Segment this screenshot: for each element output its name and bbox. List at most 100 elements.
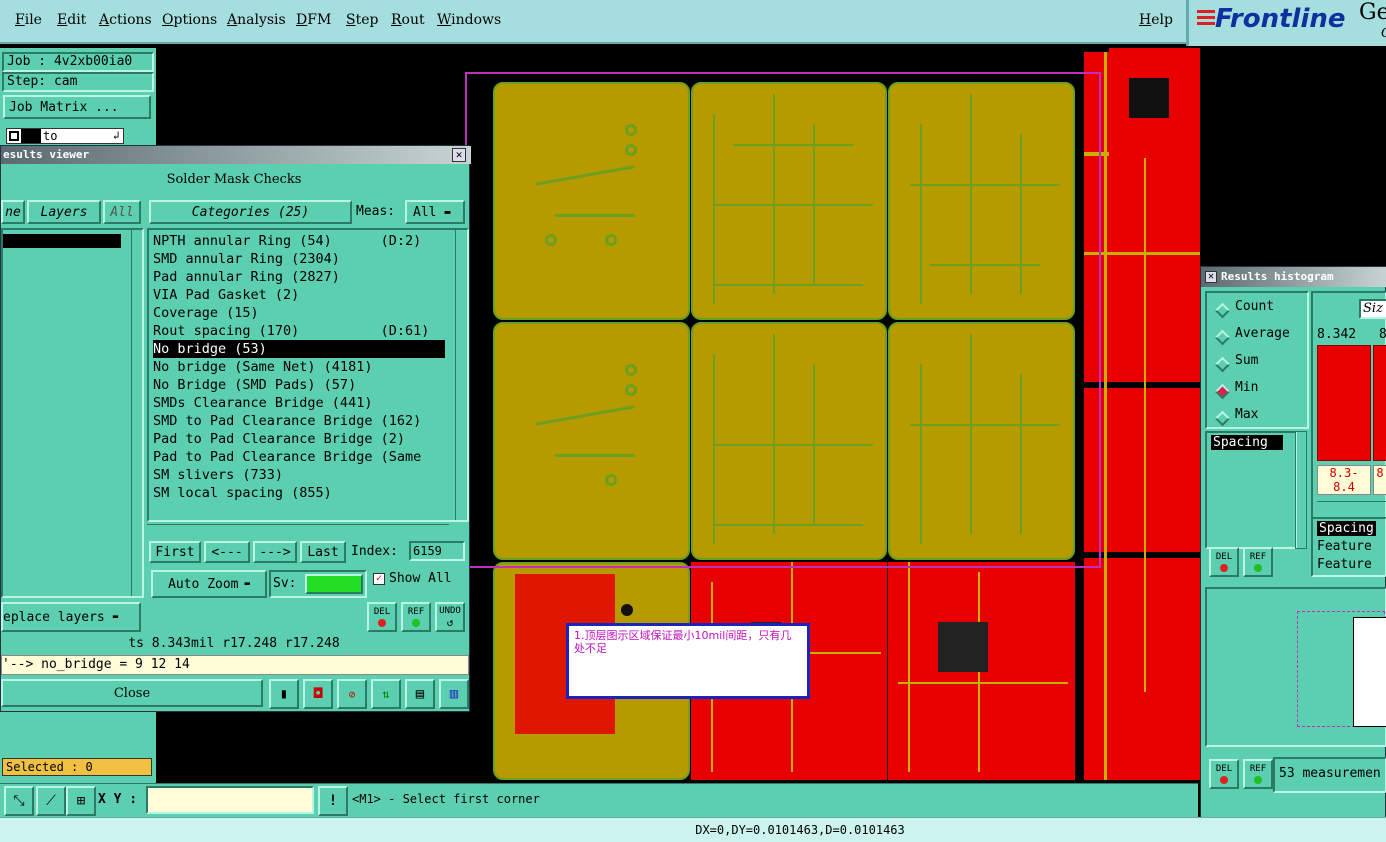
category-row[interactable]: SMD annular Ring (2304) (153, 250, 445, 268)
menu-help[interactable]: Help (1139, 12, 1173, 28)
category-row[interactable]: SM slivers (733) (153, 466, 445, 484)
replace-layers-dropdown[interactable]: eplace layers ▬ (1, 602, 141, 632)
category-row[interactable]: Pad annular Ring (2827) (153, 268, 445, 286)
close-icon[interactable]: ✕ (1205, 271, 1217, 283)
job-matrix-button[interactable]: Job Matrix ... (3, 95, 151, 119)
report-icon[interactable]: ▤ (405, 679, 435, 709)
hist-ref-button-2[interactable]: REF (1243, 759, 1273, 789)
hist-del-button[interactable]: DEL (1209, 547, 1239, 577)
info-icon[interactable]: ▮ (269, 679, 299, 709)
radio-sum[interactable] (1214, 356, 1231, 373)
ref-label: REF (407, 607, 425, 617)
logo-brand: Frontline (1215, 4, 1346, 34)
undo-button[interactable]: UNDO ↺ (435, 602, 465, 632)
histogram-list-item[interactable]: Spacing (1211, 435, 1283, 450)
hist-del-label: DEL (1215, 552, 1233, 562)
histogram-hscrollbar[interactable] (1317, 501, 1386, 513)
feature-row-spacing[interactable]: Spacing (1317, 521, 1376, 536)
category-row[interactable]: No bridge (Same Net) (4181) (153, 358, 445, 376)
meas-dropdown[interactable]: All ▬ (405, 200, 465, 224)
close-icon[interactable]: ✕ (452, 148, 466, 162)
histogram-icon[interactable]: ▥ (439, 679, 469, 709)
menu-rout[interactable]: Rout (391, 12, 425, 28)
measure-line: ts 8.343mil r17.248 r17.248 (128, 636, 340, 651)
size-button[interactable]: Siz (1359, 299, 1386, 319)
category-row[interactable]: NPTH annular Ring (54) (D:2) (153, 232, 445, 250)
measure-icon[interactable]: ⟋ (36, 786, 66, 816)
tab-layers[interactable]: Layers (27, 200, 101, 224)
xy-input[interactable] (146, 786, 314, 814)
histogram-bar-2[interactable] (1373, 345, 1386, 461)
category-row[interactable]: VIA Pad Gasket (2) (153, 286, 445, 304)
radio-average[interactable] (1214, 329, 1231, 346)
ref-off-icon[interactable]: ⊘ (337, 679, 367, 709)
auto-zoom-dropdown[interactable]: Auto Zoom ▬ (151, 570, 267, 598)
categories-list[interactable]: NPTH annular Ring (54) (D:2) SMD annular … (147, 228, 469, 522)
category-row[interactable]: Pad to Pad Clearance Bridge (2) (153, 430, 445, 448)
category-row[interactable]: SMD to Pad Clearance Bridge (162) (153, 412, 445, 430)
menu-actions[interactable]: Actions (99, 12, 152, 28)
layer-field[interactable]: to ↲ (6, 128, 124, 144)
menu-analysis[interactable]: Analysis (227, 12, 286, 28)
feature-panel: Spacing Feature Feature (1311, 517, 1386, 577)
alert-icon[interactable]: ! (318, 786, 348, 816)
feature-row-1[interactable]: Feature (1317, 539, 1372, 554)
prev-button[interactable]: <--- (204, 541, 250, 563)
tab-all[interactable]: All (103, 200, 141, 224)
categories-hscrollbar[interactable] (147, 524, 449, 536)
flag-icon[interactable]: ◘ (303, 679, 333, 709)
menu-windows[interactable]: Windows (437, 12, 501, 28)
show-all-checkbox[interactable]: ✓ (373, 573, 385, 585)
hist-ref-button[interactable]: REF (1243, 547, 1273, 577)
results-viewer-window: esults viewer ✕ Solder Mask Checks ne La… (0, 145, 471, 712)
tab-name[interactable]: ne (1, 200, 25, 224)
radio-max[interactable] (1214, 410, 1231, 427)
histogram-list-scrollbar[interactable] (1295, 431, 1307, 549)
hist-del-button-2[interactable]: DEL (1209, 759, 1239, 789)
category-row[interactable]: SM local spacing (855) (153, 484, 445, 502)
category-row[interactable]: Rout spacing (170) (D:61) (153, 322, 445, 340)
last-button[interactable]: Last (300, 541, 346, 563)
sv-color-dropdown[interactable] (305, 574, 363, 594)
menu-edit[interactable]: Edit (57, 12, 86, 28)
first-button[interactable]: First (149, 541, 201, 563)
board-panel-9 (888, 562, 1075, 780)
grid-icon[interactable]: ⊞ (66, 786, 96, 816)
sv-label: Sv: (273, 576, 297, 591)
menu-file[interactable]: File (15, 12, 42, 28)
menu-bar: File Edit Actions Options Analysis DFM S… (0, 0, 1186, 44)
histogram-bar-1[interactable] (1317, 345, 1371, 461)
index-field[interactable]: 6159 (409, 541, 465, 561)
menu-options[interactable]: Options (162, 12, 217, 28)
category-row[interactable]: No bridge (53) (153, 340, 445, 358)
zoom-fit-icon[interactable]: ⤡ (4, 786, 34, 816)
compare-icon[interactable]: ⇅ (371, 679, 401, 709)
category-row[interactable]: Coverage (15) (153, 304, 445, 322)
logo-stripes-icon (1197, 10, 1215, 13)
menu-dfm[interactable]: DFM (296, 12, 331, 28)
status-coordinates: DX=0,DY=0.0101463,D=0.0101463 (695, 823, 905, 837)
close-button[interactable]: Close (1, 679, 263, 707)
categories-button[interactable]: Categories (25) (149, 200, 352, 224)
layers-list[interactable] (1, 228, 144, 598)
category-row[interactable]: SMDs Clearance Bridge (441) (153, 394, 445, 412)
replace-layers-label: eplace layers (3, 609, 105, 625)
layers-scrollbar[interactable] (131, 230, 142, 596)
ref-button[interactable]: REF (401, 602, 431, 632)
histogram-title: Results histogram (1221, 270, 1334, 283)
radio-min[interactable] (1214, 383, 1231, 400)
green-dot-icon (412, 619, 420, 627)
layers-list-selected-row[interactable] (3, 234, 121, 248)
results-heading: Solder Mask Checks (166, 172, 302, 187)
histogram-list[interactable]: Spacing (1205, 431, 1297, 549)
categories-scrollbar[interactable] (455, 230, 467, 520)
category-row[interactable]: No Bridge (SMD Pads) (57) (153, 376, 445, 394)
next-button[interactable]: ---> (253, 541, 297, 563)
layer-checkbox-icon[interactable] (9, 131, 19, 141)
meas-value: All (413, 204, 437, 220)
feature-row-2[interactable]: Feature (1317, 557, 1372, 572)
radio-count[interactable] (1214, 302, 1231, 319)
category-row[interactable]: Pad to Pad Clearance Bridge (Same (153, 448, 445, 466)
del-button[interactable]: DEL (367, 602, 397, 632)
menu-step[interactable]: Step (346, 12, 378, 28)
